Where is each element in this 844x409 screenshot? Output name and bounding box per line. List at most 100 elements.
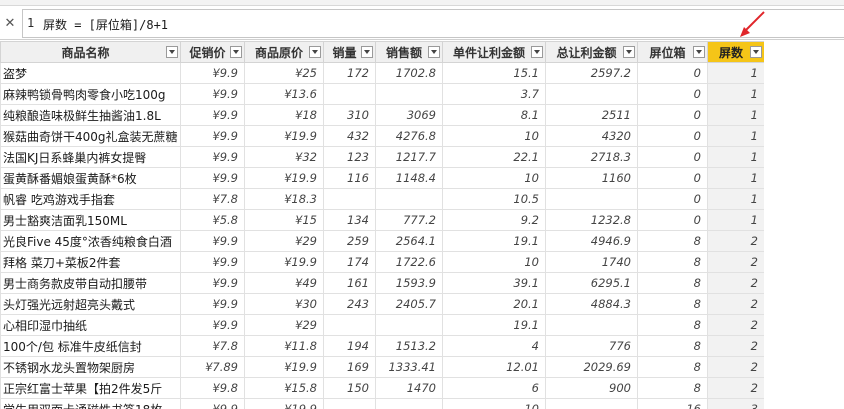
cell-name[interactable]: 麻辣鸭锁骨鸭肉零食小吃100g [0, 83, 181, 105]
cell-screens[interactable]: 1 [707, 146, 765, 168]
cell-orig_price[interactable]: ¥30 [244, 293, 324, 315]
filter-dropdown-icon[interactable] [750, 46, 762, 58]
cell-sales_amt[interactable]: 777.2 [375, 209, 443, 231]
column-header-screens[interactable]: 屏数 [707, 41, 765, 63]
cell-name[interactable]: 心相印湿巾抽纸 [0, 314, 181, 336]
cell-name[interactable]: 纯粮酿造味极鲜生抽酱油1.8L [0, 104, 181, 126]
cell-slot[interactable]: 8 [637, 377, 708, 399]
cell-sales_amt[interactable]: 1513.2 [375, 335, 443, 357]
cell-unit_discount[interactable]: 12.01 [442, 356, 546, 378]
column-header-promo_price[interactable]: 促销价 [180, 41, 245, 63]
cell-screens[interactable]: 2 [707, 335, 765, 357]
cell-name[interactable]: 学生用双面卡通磁性书签18枚 [0, 398, 181, 409]
cell-unit_discount[interactable]: 10 [442, 167, 546, 189]
cell-unit_discount[interactable]: 10 [442, 251, 546, 273]
table-row[interactable]: 不锈钢水龙头置物架厨房 ¥7.89 ¥19.9 169 1333.41 12.01 2029… [0, 356, 765, 378]
table-row[interactable]: 光良Five 45度°浓香纯粮食白酒 ¥9.9 ¥29 259 2564.1 19.1 49… [0, 230, 765, 252]
filter-dropdown-icon[interactable] [531, 46, 543, 58]
filter-dropdown-icon[interactable] [693, 46, 705, 58]
cell-promo_price[interactable]: ¥9.9 [180, 251, 245, 273]
cell-sales_amt[interactable] [375, 83, 443, 105]
cell-slot[interactable]: 0 [637, 83, 708, 105]
cell-total_discount[interactable]: 4884.3 [545, 293, 638, 315]
cell-promo_price[interactable]: ¥9.9 [180, 146, 245, 168]
cell-orig_price[interactable]: ¥49 [244, 272, 324, 294]
cell-screens[interactable]: 1 [707, 83, 765, 105]
cell-sales_amt[interactable]: 3069 [375, 104, 443, 126]
cell-name[interactable]: 头灯强光远射超亮头戴式 [0, 293, 181, 315]
cell-screens[interactable]: 2 [707, 356, 765, 378]
cell-orig_price[interactable]: ¥19.9 [244, 356, 324, 378]
cell-total_discount[interactable]: 2597.2 [545, 62, 638, 84]
cell-sales_amt[interactable]: 1470 [375, 377, 443, 399]
table-row[interactable]: 盗梦 ¥9.9 ¥25 172 1702.8 15.1 2597.2 0 1 [0, 62, 765, 84]
cell-promo_price[interactable]: ¥9.9 [180, 293, 245, 315]
cell-promo_price[interactable]: ¥9.9 [180, 83, 245, 105]
cell-sales_amt[interactable]: 2564.1 [375, 230, 443, 252]
cell-slot[interactable]: 0 [637, 104, 708, 126]
cell-promo_price[interactable]: ¥9.9 [180, 62, 245, 84]
cell-name[interactable]: 拜格 菜刀+菜板2件套 [0, 251, 181, 273]
column-header-name[interactable]: 商品名称 [0, 41, 181, 63]
cell-sales_amt[interactable] [375, 188, 443, 210]
table-row[interactable]: 法国KJ日系蜂巢内裤女提臀 ¥9.9 ¥32 123 1217.7 22.1 2718.3 0… [0, 146, 765, 168]
cell-promo_price[interactable]: ¥9.9 [180, 272, 245, 294]
cell-name[interactable]: 光良Five 45度°浓香纯粮食白酒 [0, 230, 181, 252]
filter-dropdown-icon[interactable] [361, 46, 373, 58]
cell-sales_qty[interactable] [323, 188, 376, 210]
cell-promo_price[interactable]: ¥9.9 [180, 314, 245, 336]
cell-promo_price[interactable]: ¥7.8 [180, 188, 245, 210]
cell-sales_qty[interactable]: 243 [323, 293, 376, 315]
cell-unit_discount[interactable]: 19.1 [442, 230, 546, 252]
cell-promo_price[interactable]: ¥9.9 [180, 125, 245, 147]
table-row[interactable]: 100个/包 标准牛皮纸信封 ¥7.8 ¥11.8 194 1513.2 4 776 8 2 [0, 335, 765, 357]
cell-total_discount[interactable]: 776 [545, 335, 638, 357]
cell-sales_amt[interactable]: 1702.8 [375, 62, 443, 84]
cell-total_discount[interactable] [545, 398, 638, 409]
table-row[interactable]: 头灯强光远射超亮头戴式 ¥9.9 ¥30 243 2405.7 20.1 4884.3 8 2 [0, 293, 765, 315]
cell-sales_qty[interactable]: 194 [323, 335, 376, 357]
cell-screens[interactable]: 1 [707, 62, 765, 84]
cell-total_discount[interactable]: 6295.1 [545, 272, 638, 294]
column-header-sales_amt[interactable]: 销售额 [375, 41, 443, 63]
cell-sales_qty[interactable] [323, 83, 376, 105]
cell-sales_amt[interactable]: 1593.9 [375, 272, 443, 294]
table-row[interactable]: 拜格 菜刀+菜板2件套 ¥9.9 ¥19.9 174 1722.6 10 1740 8 2 [0, 251, 765, 273]
cell-unit_discount[interactable]: 8.1 [442, 104, 546, 126]
cell-unit_discount[interactable]: 19.1 [442, 314, 546, 336]
cell-orig_price[interactable]: ¥18 [244, 104, 324, 126]
cell-total_discount[interactable]: 1740 [545, 251, 638, 273]
table-row[interactable]: 心相印湿巾抽纸 ¥9.9 ¥29 19.1 8 2 [0, 314, 765, 336]
cell-total_discount[interactable] [545, 314, 638, 336]
cell-total_discount[interactable]: 1232.8 [545, 209, 638, 231]
cell-total_discount[interactable]: 1160 [545, 167, 638, 189]
column-header-total_discount[interactable]: 总让利金额 [545, 41, 638, 63]
cell-slot[interactable]: 0 [637, 125, 708, 147]
cell-orig_price[interactable]: ¥29 [244, 230, 324, 252]
cell-slot[interactable]: 8 [637, 335, 708, 357]
cell-sales_amt[interactable]: 4276.8 [375, 125, 443, 147]
cell-sales_amt[interactable] [375, 314, 443, 336]
cell-name[interactable]: 帆睿 吃鸡游戏手指套 [0, 188, 181, 210]
cell-slot[interactable]: 16 [637, 398, 708, 409]
cell-promo_price[interactable]: ¥9.9 [180, 398, 245, 409]
cell-slot[interactable]: 0 [637, 167, 708, 189]
cell-orig_price[interactable]: ¥19.9 [244, 398, 324, 409]
table-row[interactable]: 帆睿 吃鸡游戏手指套 ¥7.8 ¥18.3 10.5 0 1 [0, 188, 765, 210]
cell-sales_amt[interactable]: 1148.4 [375, 167, 443, 189]
cell-name[interactable]: 法国KJ日系蜂巢内裤女提臀 [0, 146, 181, 168]
cell-sales_qty[interactable]: 174 [323, 251, 376, 273]
cell-screens[interactable]: 2 [707, 314, 765, 336]
cell-sales_qty[interactable]: 259 [323, 230, 376, 252]
cell-orig_price[interactable]: ¥18.3 [244, 188, 324, 210]
table-row[interactable]: 蛋黄酥番媚娘蛋黄酥*6枚 ¥9.9 ¥19.9 116 1148.4 10 1160 0 1 [0, 167, 765, 189]
cell-sales_amt[interactable]: 2405.7 [375, 293, 443, 315]
cell-promo_price[interactable]: ¥5.8 [180, 209, 245, 231]
cell-sales_qty[interactable]: 116 [323, 167, 376, 189]
cell-sales_qty[interactable]: 172 [323, 62, 376, 84]
cell-slot[interactable]: 8 [637, 251, 708, 273]
cell-total_discount[interactable]: 900 [545, 377, 638, 399]
cell-promo_price[interactable]: ¥9.9 [180, 167, 245, 189]
cancel-icon[interactable]: ✕ [0, 12, 20, 36]
cell-name[interactable]: 男士商务款皮带自动扣腰带 [0, 272, 181, 294]
